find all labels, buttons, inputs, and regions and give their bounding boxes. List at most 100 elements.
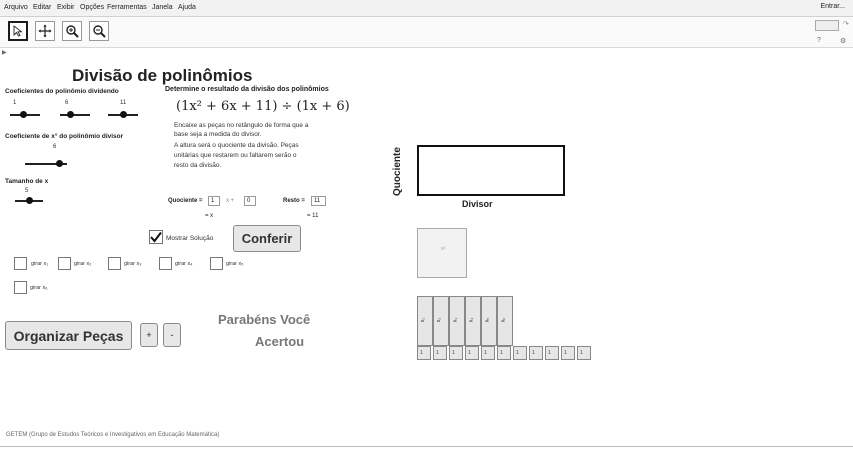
- pan-tool-button[interactable]: [35, 21, 55, 41]
- menu-bar: Arquivo Editar Exibir Opções Ferramentas…: [0, 0, 853, 17]
- expand-arrow-icon[interactable]: ▶: [2, 49, 7, 56]
- x-piece[interactable]: x₆: [497, 296, 513, 346]
- quotient-result-text: = x: [205, 213, 214, 219]
- rotate-x5-label: girar x₅: [226, 261, 244, 267]
- add-button[interactable]: +: [140, 323, 158, 347]
- zoom-out-icon: [93, 25, 106, 38]
- menu-arquivo[interactable]: Arquivo: [4, 4, 28, 11]
- divisor-coef-value: 6: [53, 144, 57, 150]
- dividend-coef-b-knob[interactable]: [67, 111, 74, 118]
- check-answer-button[interactable]: Conferir: [233, 225, 301, 252]
- x-squared-piece[interactable]: x²: [417, 228, 467, 278]
- unit-piece-label: 1: [532, 350, 535, 356]
- instruction-line: base seja a medida do divisor.: [174, 131, 262, 138]
- rotate-x3-checkbox[interactable]: [108, 257, 121, 270]
- quotient-axis-label: Quociente: [392, 147, 403, 196]
- instruction-line: unitárias que restarem ou faltarem serão…: [174, 152, 297, 159]
- remainder-result-text: = 11: [307, 213, 319, 219]
- quotient-label: Quociente =: [168, 198, 203, 204]
- undo-button[interactable]: [815, 20, 839, 31]
- x-piece[interactable]: x₃: [449, 296, 465, 346]
- dividend-coef-label: Coeficientes do polinômio dividendo: [5, 88, 119, 95]
- rotate-x5-checkbox[interactable]: [210, 257, 223, 270]
- menu-opcoes[interactable]: Opções: [80, 4, 104, 11]
- unit-piece[interactable]: 1: [465, 346, 479, 360]
- divisor-axis-label: Divisor: [462, 199, 493, 209]
- x-piece[interactable]: x₄: [465, 296, 481, 346]
- quotient-coef-a-input[interactable]: 1: [208, 196, 220, 206]
- dividend-coef-c-knob[interactable]: [120, 111, 127, 118]
- unit-piece-label: 1: [516, 350, 519, 356]
- unit-piece-label: 1: [420, 350, 423, 356]
- help-icon[interactable]: ?: [817, 37, 821, 44]
- division-rectangle: [417, 145, 565, 196]
- division-formula: (1x² + 6x + 11) ÷ (1x + 6): [176, 99, 350, 114]
- dividend-coef-a-knob[interactable]: [20, 111, 27, 118]
- menu-janela[interactable]: Janela: [152, 4, 173, 11]
- x-piece[interactable]: x₅: [481, 296, 497, 346]
- remove-button[interactable]: -: [163, 323, 181, 347]
- rotate-x4-label: girar x₄: [175, 261, 193, 267]
- show-solution-label: Mostrar Solução: [166, 235, 214, 242]
- dividend-coef-b-slider[interactable]: [60, 114, 90, 116]
- x-piece-label: x₄: [468, 317, 475, 323]
- redo-icon[interactable]: ↷: [843, 20, 849, 28]
- zoom-out-button[interactable]: [89, 21, 109, 41]
- unit-piece-label: 1: [436, 350, 439, 356]
- x-piece[interactable]: x₁: [417, 296, 433, 346]
- x-size-knob[interactable]: [26, 197, 33, 204]
- remainder-input[interactable]: 11: [311, 196, 326, 206]
- x-size-label: Tamanho de x: [5, 178, 49, 185]
- unit-piece-label: 1: [484, 350, 487, 356]
- dividend-coef-c-value: 11: [120, 100, 127, 106]
- x-piece-label: x₆: [500, 317, 507, 323]
- rotate-x6-checkbox[interactable]: [14, 281, 27, 294]
- divider: [0, 446, 853, 447]
- unit-piece[interactable]: 1: [577, 346, 591, 360]
- toolbar: ↷ ? ⚙: [0, 17, 853, 48]
- move-tool-button[interactable]: [8, 21, 28, 41]
- unit-piece-label: 1: [452, 350, 455, 356]
- unit-piece[interactable]: 1: [433, 346, 447, 360]
- instruction-line: Encaixe as peças no retângulo de forma q…: [174, 122, 309, 129]
- organize-pieces-button[interactable]: Organizar Peças: [5, 321, 132, 350]
- rotate-x6-label: girar x₆: [30, 285, 48, 291]
- rotate-x3-label: girar x₃: [124, 261, 142, 267]
- unit-piece[interactable]: 1: [417, 346, 431, 360]
- unit-piece[interactable]: 1: [513, 346, 527, 360]
- settings-icon[interactable]: ⚙: [840, 37, 846, 45]
- cursor-arrow-icon: [13, 25, 23, 37]
- instructions-heading: Determine o resultado da divisão dos pol…: [165, 86, 329, 93]
- unit-piece[interactable]: 1: [449, 346, 463, 360]
- page-title: Divisão de polinômios: [72, 66, 253, 85]
- unit-piece-label: 1: [580, 350, 583, 356]
- menu-ajuda[interactable]: Ajuda: [178, 4, 196, 11]
- show-solution-checkbox[interactable]: [149, 230, 163, 244]
- divisor-coef-label: Coeficiente de x° do polinômio divisor: [5, 133, 124, 140]
- divisor-coef-knob[interactable]: [56, 160, 63, 167]
- menu-exibir[interactable]: Exibir: [57, 4, 75, 11]
- unit-piece[interactable]: 1: [481, 346, 495, 360]
- x-piece-label: x₅: [484, 317, 491, 323]
- login-link[interactable]: Entrar...: [820, 3, 845, 10]
- checkmark-icon: [150, 231, 162, 243]
- quotient-coef-b-input[interactable]: 0: [244, 196, 256, 206]
- unit-piece-label: 1: [564, 350, 567, 356]
- unit-piece[interactable]: 1: [529, 346, 543, 360]
- unit-piece[interactable]: 1: [561, 346, 575, 360]
- unit-piece-label: 1: [468, 350, 471, 356]
- rotate-x1-checkbox[interactable]: [14, 257, 27, 270]
- menu-ferramentas[interactable]: Ferramentas: [107, 4, 147, 11]
- rotate-x1-label: girar x₁: [31, 261, 49, 267]
- x-piece-label: x₁: [420, 317, 427, 323]
- menu-editar[interactable]: Editar: [33, 4, 51, 11]
- zoom-in-button[interactable]: [62, 21, 82, 41]
- instruction-line: resto da divisão.: [174, 162, 222, 169]
- rotate-x4-checkbox[interactable]: [159, 257, 172, 270]
- unit-piece[interactable]: 1: [497, 346, 511, 360]
- rotate-x2-label: girar x₂: [74, 261, 92, 267]
- x-piece[interactable]: x₂: [433, 296, 449, 346]
- rotate-x2-checkbox[interactable]: [58, 257, 71, 270]
- quotient-op-text: x +: [226, 198, 235, 204]
- unit-piece[interactable]: 1: [545, 346, 559, 360]
